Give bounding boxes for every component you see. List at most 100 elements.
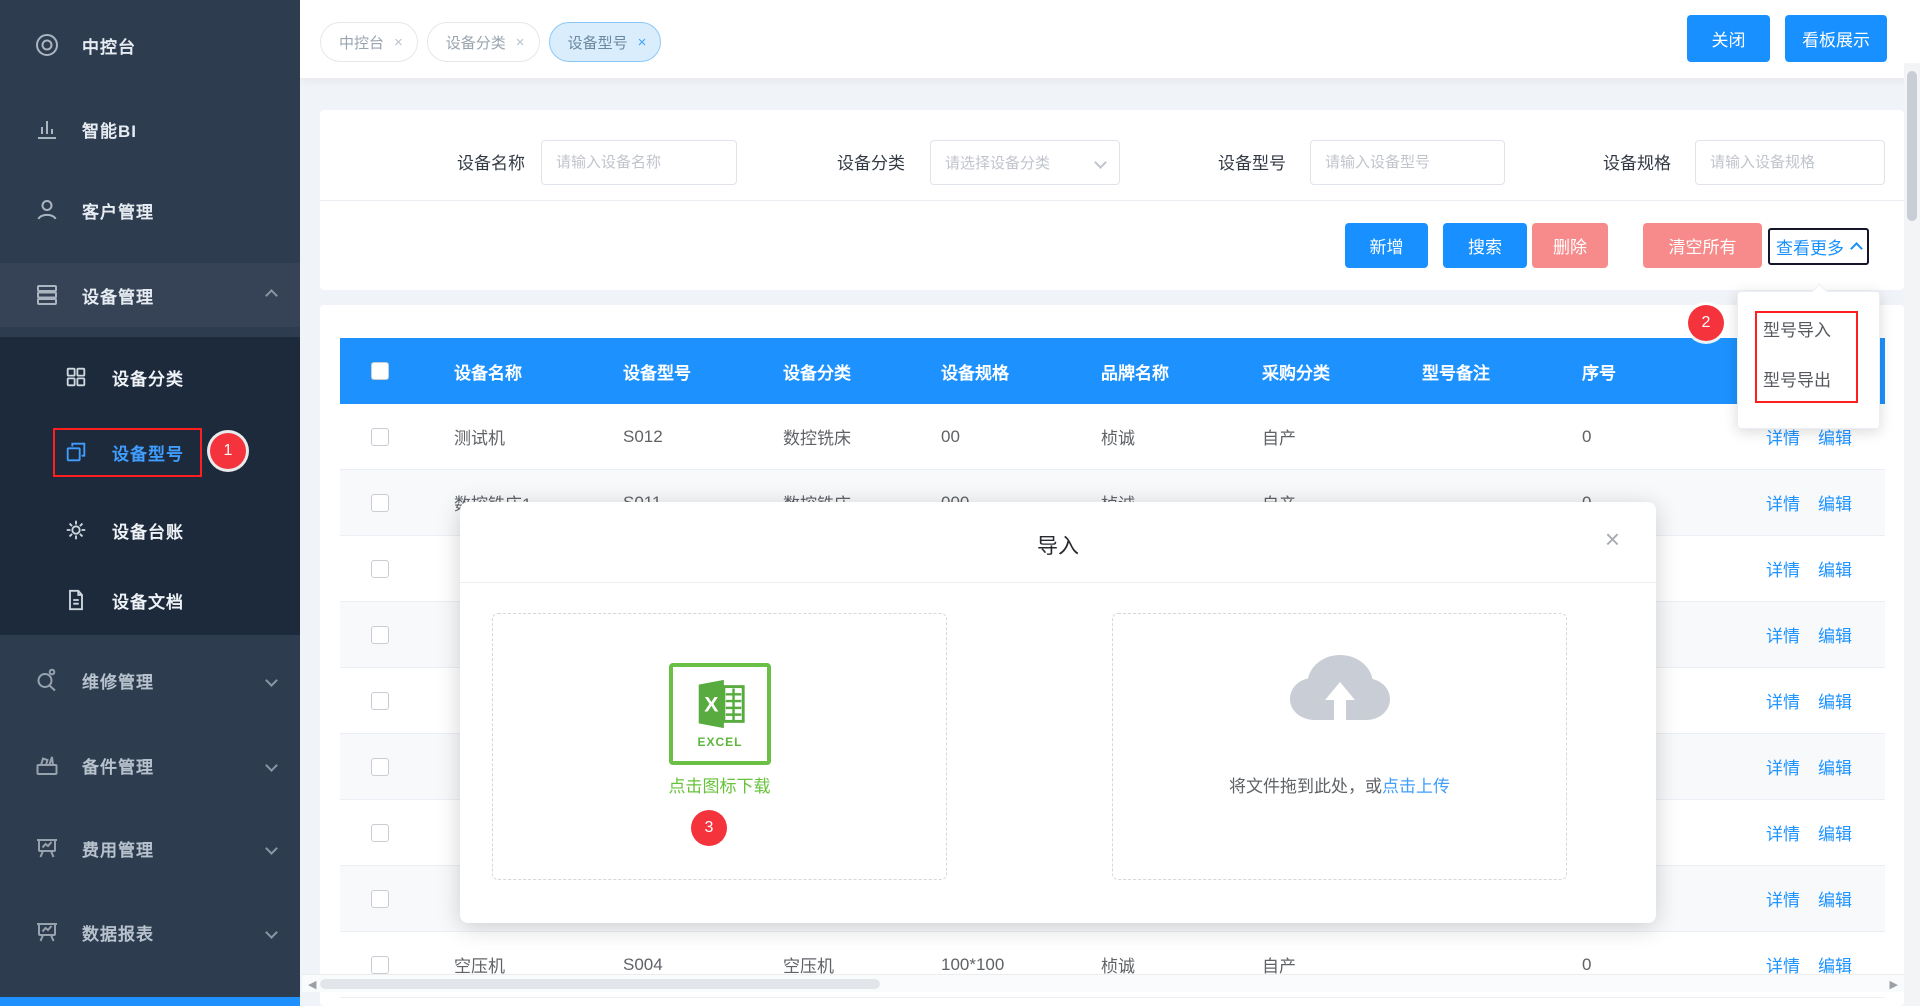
scroll-right-icon[interactable]: ▶ <box>1890 978 1898 991</box>
device-model-input[interactable] <box>1310 140 1505 185</box>
clear-all-button[interactable]: 清空所有 <box>1643 223 1762 268</box>
sidebar-item-bi[interactable]: 智能BI <box>0 97 300 161</box>
chevron-down-icon <box>265 842 278 855</box>
annotation-badge-2: 2 <box>1688 305 1724 341</box>
row-detail-link[interactable]: 详情 <box>1766 490 1800 515</box>
excel-download-icon[interactable]: X EXCEL <box>669 663 771 765</box>
tab-设备型号[interactable]: 设备型号× <box>549 22 662 62</box>
row-edit-link[interactable]: 编辑 <box>1818 622 1852 647</box>
row-edit-link[interactable]: 编辑 <box>1818 886 1852 911</box>
row-checkbox[interactable] <box>371 428 389 446</box>
device-spec-input-field[interactable] <box>1710 154 1870 171</box>
tab-设备分类[interactable]: 设备分类 × <box>427 22 540 62</box>
chevron-down-icon <box>265 926 278 939</box>
sidebar-item-device-model[interactable]: 设备型号 <box>0 422 300 482</box>
ledger-gear-icon <box>64 518 88 542</box>
row-edit-link[interactable]: 编辑 <box>1818 556 1852 581</box>
row-checkbox[interactable] <box>371 824 389 842</box>
model-copy-icon <box>64 440 88 464</box>
row-edit-link[interactable]: 编辑 <box>1818 688 1852 713</box>
tab-label: 设备分类 <box>446 32 506 53</box>
board-display-button[interactable]: 看板展示 <box>1785 15 1887 62</box>
row-edit-link[interactable]: 编辑 <box>1818 490 1852 515</box>
row-detail-link[interactable]: 详情 <box>1766 622 1800 647</box>
sidebar-item-expense[interactable]: 费用管理 <box>0 816 300 880</box>
sidebar-item-reports[interactable]: 数据报表 <box>0 900 300 964</box>
download-hint-text[interactable]: 点击图标下载 <box>493 772 946 797</box>
sidebar-item-repair[interactable]: 维修管理 <box>0 648 300 712</box>
row-detail-link[interactable]: 详情 <box>1766 754 1800 779</box>
vertical-scroll-thumb[interactable] <box>1907 71 1917 221</box>
scroll-left-icon[interactable]: ◀ <box>308 978 316 991</box>
sidebar-item-equipment[interactable]: 设备管理 <box>0 263 300 327</box>
device-model-input-field[interactable] <box>1325 154 1490 171</box>
annotation-badge-3: 3 <box>691 810 727 846</box>
horizontal-scroll-thumb[interactable] <box>320 979 880 989</box>
modal-title: 导入 <box>460 530 1656 560</box>
tab-close-icon[interactable]: × <box>394 34 403 51</box>
tab-close-icon[interactable]: × <box>516 34 525 51</box>
sidebar-item-device-docs[interactable]: 设备文档 <box>0 570 300 630</box>
close-button[interactable]: 关闭 <box>1687 15 1770 62</box>
upload-text: 将文件拖到此处，或 <box>1229 777 1382 796</box>
sidebar: 中控台 智能BI 客户管理 设备管理 设备分类 设备型号 <box>0 0 300 1006</box>
column-header: 设备名称 <box>420 338 589 404</box>
row-detail-link[interactable]: 详情 <box>1766 556 1800 581</box>
column-header: 设备规格 <box>907 338 1067 404</box>
device-name-input-field[interactable] <box>556 154 722 171</box>
row-detail-link[interactable]: 详情 <box>1766 820 1800 845</box>
horizontal-scrollbar[interactable]: ◀ ▶ <box>302 974 1904 992</box>
table-cell: 自产 <box>1228 404 1388 469</box>
row-detail-link[interactable]: 详情 <box>1766 688 1800 713</box>
device-name-input[interactable] <box>541 140 737 185</box>
chevron-down-icon <box>265 759 278 772</box>
device-spec-input[interactable] <box>1695 140 1885 185</box>
menu-item-型号导入[interactable]: 型号导入 <box>1738 306 1879 356</box>
row-checkbox[interactable] <box>371 956 389 974</box>
view-more-link[interactable]: 查看更多 <box>1768 228 1869 265</box>
column-header: 设备型号 <box>589 338 749 404</box>
table-cell <box>1388 404 1548 469</box>
add-button[interactable]: 新增 <box>1345 223 1428 268</box>
row-checkbox[interactable] <box>371 494 389 512</box>
table-cell: 测试机 <box>420 404 589 469</box>
customer-icon <box>34 197 60 223</box>
select-all-checkbox[interactable] <box>371 362 389 380</box>
table-cell: 桢诚 <box>1067 404 1228 469</box>
device-category-select[interactable]: 请选择设备分类 <box>930 140 1120 185</box>
repair-icon <box>34 667 60 693</box>
table-cell: 数控铣床 <box>749 404 907 469</box>
menu-item-型号导出[interactable]: 型号导出 <box>1738 356 1879 406</box>
sidebar-item-device-ledger[interactable]: 设备台账 <box>0 500 300 560</box>
modal-close-icon[interactable]: × <box>1605 526 1620 552</box>
sidebar-item-console[interactable]: 中控台 <box>0 13 300 77</box>
chevron-down-icon <box>265 674 278 687</box>
upload-link[interactable]: 点击上传 <box>1382 777 1450 796</box>
row-detail-link[interactable]: 详情 <box>1766 886 1800 911</box>
upload-hint-text: 将文件拖到此处，或点击上传 <box>1113 772 1566 797</box>
row-checkbox[interactable] <box>371 890 389 908</box>
delete-button[interactable]: 删除 <box>1532 223 1608 268</box>
filter-label-device-model: 设备型号 <box>1150 141 1286 186</box>
excel-file-icon: X <box>691 675 749 733</box>
row-checkbox[interactable] <box>371 626 389 644</box>
sidebar-item-customers[interactable]: 客户管理 <box>0 178 300 242</box>
tab-close-icon[interactable]: × <box>638 34 647 51</box>
row-checkbox[interactable] <box>371 560 389 578</box>
spare-parts-icon <box>34 752 60 778</box>
sidebar-item-device-category[interactable]: 设备分类 <box>0 347 300 407</box>
column-header: 序号 <box>1548 338 1708 404</box>
tab-中控台[interactable]: 中控台× <box>320 22 418 62</box>
sidebar-item-spare-parts[interactable]: 备件管理 <box>0 733 300 797</box>
chevron-down-icon <box>1094 156 1107 169</box>
row-checkbox[interactable] <box>371 758 389 776</box>
row-checkbox[interactable] <box>371 692 389 710</box>
row-edit-link[interactable]: 编辑 <box>1818 820 1852 845</box>
search-button[interactable]: 搜索 <box>1443 223 1527 268</box>
column-header: 采购分类 <box>1228 338 1388 404</box>
row-edit-link[interactable]: 编辑 <box>1818 754 1852 779</box>
vertical-scrollbar[interactable] <box>1904 63 1920 1006</box>
column-header: 设备分类 <box>749 338 907 404</box>
upload-drop-area[interactable]: 将文件拖到此处，或点击上传 <box>1112 613 1567 880</box>
report-board-icon <box>34 919 60 945</box>
